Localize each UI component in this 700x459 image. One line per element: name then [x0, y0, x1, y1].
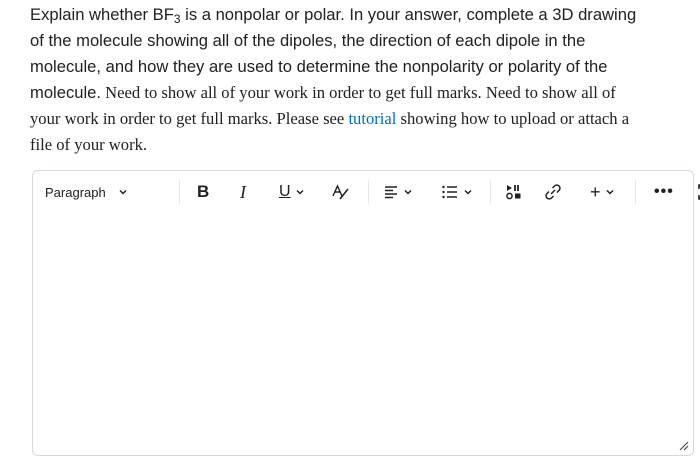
underline-dropdown[interactable]: U [279, 177, 305, 207]
list-icon [442, 185, 457, 199]
question-line-4-sans: molecule. [30, 83, 102, 102]
question-line-4: molecule. Need to show all of your work … [30, 80, 680, 106]
resize-handle-icon[interactable] [677, 439, 689, 451]
question-line-5-pre: your work in order to get full marks. Pl… [30, 109, 349, 128]
paragraph-format-label: Paragraph [45, 184, 106, 200]
toolbar-divider [490, 180, 491, 204]
chevron-down-icon [605, 189, 614, 195]
insert-media-button[interactable] [505, 177, 523, 207]
list-dropdown[interactable] [441, 177, 473, 207]
chevron-down-icon [404, 189, 412, 195]
chevron-down-icon [464, 189, 472, 195]
question-line-5: your work in order to get full marks. Pl… [30, 106, 680, 132]
align-dropdown[interactable] [383, 177, 413, 207]
media-icon [506, 185, 521, 200]
insert-label: + [590, 181, 601, 202]
question-subscript: 3 [173, 11, 181, 26]
italic-button[interactable]: I [240, 177, 246, 207]
bold-button[interactable]: B [197, 177, 209, 207]
italic-label: I [240, 181, 246, 202]
insert-link-button[interactable] [544, 177, 562, 207]
insert-dropdown[interactable]: + [590, 177, 615, 207]
paragraph-format-dropdown[interactable]: Paragraph [45, 177, 128, 207]
question-line-3: molecule, and how they are used to deter… [30, 57, 608, 76]
tutorial-link[interactable]: tutorial [348, 109, 396, 128]
more-actions-button[interactable]: ••• [654, 177, 674, 207]
question-line-4-serif: Need to show all of your work in order t… [101, 83, 616, 102]
toolbar-divider [179, 180, 180, 204]
editor-toolbar: Paragraph B I U + ••• [33, 171, 700, 213]
chevron-down-icon [296, 189, 304, 195]
question-line-2: of the molecule showing all of the dipol… [30, 31, 586, 50]
rich-text-editor[interactable]: Paragraph B I U + ••• [32, 170, 700, 456]
editor-content-area[interactable] [33, 213, 693, 455]
text-format-button[interactable] [331, 177, 351, 207]
bold-label: B [197, 182, 210, 201]
chevron-down-icon [119, 189, 127, 195]
question-line-1-pre: Explain whether BF [30, 5, 174, 24]
toolbar-divider [635, 180, 636, 204]
question-line-1: Explain whether BF3 is a nonpolar or pol… [30, 2, 680, 28]
question-line-5-post: showing how to upload or attach a [396, 109, 630, 128]
question-text: Explain whether BF3 is a nonpolar or pol… [30, 2, 680, 158]
underline-label: U [279, 183, 291, 200]
toolbar-divider [368, 180, 369, 204]
align-icon [385, 186, 397, 199]
format-text-icon [332, 184, 349, 200]
more-actions-label: ••• [654, 183, 674, 200]
question-line-1-post: is a nonpolar or polar. In your answer, … [180, 5, 637, 24]
link-icon [545, 184, 561, 200]
question-line-6: file of your work. [30, 135, 148, 154]
